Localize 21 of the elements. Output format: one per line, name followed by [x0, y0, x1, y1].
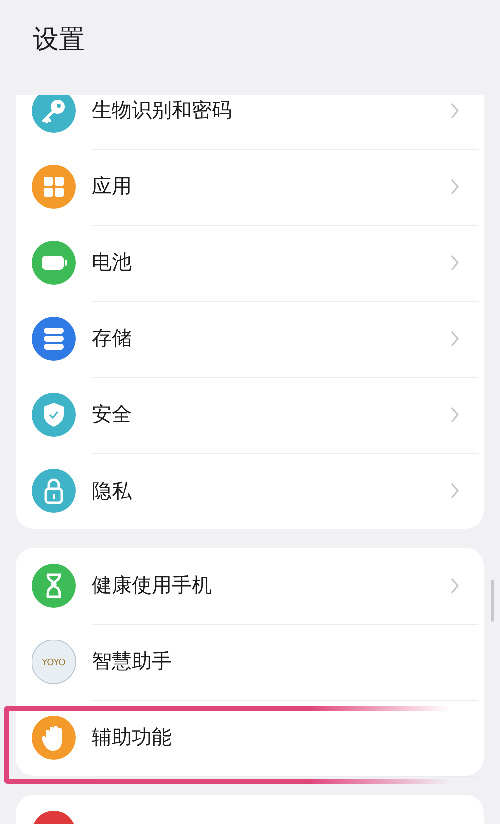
settings-row[interactable]: 隐私: [16, 453, 484, 529]
settings-row[interactable]: 安全: [16, 377, 484, 453]
settings-label: 存储: [92, 325, 132, 352]
page-title: 设置: [33, 25, 85, 55]
settings-row[interactable]: YOYO 智慧助手: [16, 624, 484, 700]
settings-row[interactable]: 电池: [16, 225, 484, 301]
settings-label: 辅助功能: [92, 724, 172, 751]
settings-label: 隐私: [92, 478, 132, 504]
settings-label: 智慧助手: [92, 648, 172, 675]
settings-label: 电池: [92, 249, 132, 276]
settings-label: 应用: [92, 173, 132, 200]
settings-row[interactable]: 存储: [16, 301, 484, 377]
scrollbar: [491, 580, 494, 622]
settings-row[interactable]: 应用: [16, 149, 484, 225]
settings-row[interactable]: 健康使用手机: [16, 548, 484, 624]
settings-row[interactable]: 生物识别和密码: [16, 95, 484, 149]
settings-label: 健康使用手机: [92, 572, 212, 599]
settings-row[interactable]: 辅助功能: [16, 700, 484, 776]
settings-label: 安全: [92, 401, 132, 428]
settings-label: 生物识别和密码: [92, 97, 232, 124]
assistant-icon: YOYO: [32, 640, 76, 684]
